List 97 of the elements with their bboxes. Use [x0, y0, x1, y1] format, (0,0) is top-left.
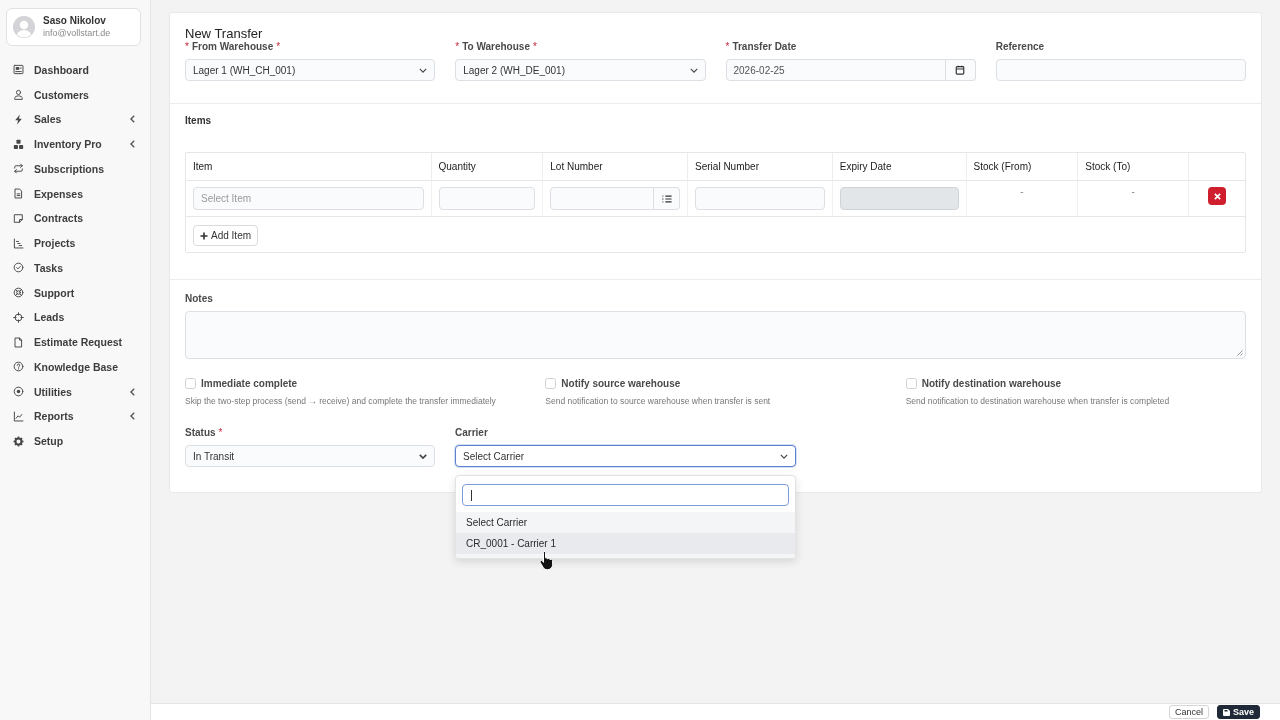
- menu-item[interactable]: Utilities: [6, 379, 141, 404]
- field-label: Status: [185, 427, 216, 439]
- dropdown-option[interactable]: CR_0001 - Carrier 1: [456, 533, 795, 554]
- menu-item[interactable]: Knowledge Base: [6, 354, 141, 380]
- cubes-icon: [13, 138, 24, 150]
- chevron-down-icon: [780, 453, 788, 459]
- user-icon: [13, 89, 24, 101]
- calendar-button[interactable]: [945, 59, 976, 81]
- field-label: Carrier: [455, 427, 488, 439]
- required-mark: *: [725, 41, 730, 53]
- calendar-icon: [955, 65, 966, 75]
- menu-item[interactable]: Projects: [6, 230, 141, 256]
- note-icon: [13, 212, 24, 224]
- plus-icon: [200, 231, 208, 240]
- dropdown-option[interactable]: Select Carrier: [456, 512, 795, 533]
- table-cell: -: [1078, 181, 1190, 217]
- required-mark: *: [218, 427, 223, 439]
- crosshair-icon: [13, 311, 24, 323]
- required-mark: *: [455, 41, 460, 53]
- menu-item[interactable]: Inventory Pro: [6, 131, 141, 157]
- text-cursor-icon: [471, 489, 472, 501]
- select-field[interactable]: Lager 1 (WH_CH_001): [185, 59, 436, 81]
- repeat-icon: [13, 163, 24, 175]
- field-label: Notes: [185, 293, 213, 305]
- menu-item[interactable]: Tasks: [6, 255, 141, 281]
- menu-item[interactable]: Reports: [6, 404, 141, 429]
- help-text: Send notification to source warehouse when transfer is sent: [545, 396, 771, 407]
- line-chart-icon: [13, 410, 24, 422]
- help-circle-icon: [13, 361, 24, 373]
- checkbox-label: Notify source warehouse: [561, 377, 681, 389]
- column-header: Stock (From): [966, 153, 1079, 181]
- user-card[interactable]: Saso Nikolov info@vollstart.de: [6, 8, 141, 46]
- menu-item[interactable]: Sales: [6, 107, 141, 132]
- status-select[interactable]: In Transit: [185, 445, 435, 467]
- file-icon: [13, 336, 24, 348]
- field-label: From Warehouse: [191, 41, 274, 53]
- column-header: Lot Number: [543, 153, 689, 181]
- input-field[interactable]: [550, 187, 655, 210]
- required-mark: *: [532, 41, 537, 53]
- column-header: Serial Number: [688, 153, 833, 181]
- carrier-select[interactable]: Select Carrier: [455, 445, 796, 467]
- column-header: Stock (To): [1078, 153, 1190, 181]
- user-name: Saso Nikolov: [43, 15, 107, 27]
- column-header: Item: [186, 153, 432, 181]
- field-label: Transfer Date: [732, 41, 797, 53]
- steps-chart-icon: [13, 237, 24, 249]
- menu-item[interactable]: Estimate Request: [6, 329, 141, 355]
- checkbox[interactable]: [545, 377, 557, 389]
- section-label: Items: [185, 115, 212, 127]
- lightning-icon: [13, 113, 24, 125]
- search-field[interactable]: [462, 484, 789, 506]
- menu-item[interactable]: Customers: [6, 82, 141, 107]
- resize-handle-icon: [1237, 350, 1243, 356]
- menu-item[interactable]: Leads: [6, 305, 141, 330]
- menu-item[interactable]: Setup: [6, 428, 141, 454]
- date-field[interactable]: 2026-02-25: [725, 59, 946, 81]
- list-button[interactable]: [654, 187, 681, 210]
- form-title: New Transfer: [185, 26, 263, 41]
- select-field[interactable]: Lager 2 (WH_DE_001): [455, 59, 706, 81]
- notes-field[interactable]: [185, 311, 1246, 359]
- text-field[interactable]: [995, 59, 1246, 81]
- column-header: Quantity: [431, 153, 544, 181]
- dot-circle-icon: [13, 386, 24, 398]
- chevron-down-icon: [419, 453, 427, 459]
- chevron-down-icon: [419, 67, 428, 73]
- checkbox[interactable]: [185, 377, 196, 389]
- delete-button[interactable]: [1208, 187, 1227, 205]
- field-label: Reference: [995, 41, 1045, 53]
- save-button[interactable]: Save: [1216, 705, 1260, 719]
- settings-icon: [13, 435, 24, 447]
- checkbox[interactable]: [905, 377, 917, 389]
- menu-item[interactable]: Expenses: [6, 181, 141, 206]
- input-field[interactable]: [438, 187, 536, 210]
- table-cell: -: [966, 181, 1079, 217]
- help-text: Skip the two-step process (send → receive) and complete the transfer immediately: [185, 396, 496, 407]
- input-field[interactable]: [695, 187, 825, 210]
- menu-item[interactable]: Dashboard: [6, 57, 141, 83]
- add-item-button[interactable]: Add Item: [193, 225, 259, 246]
- field-label: To Warehouse: [462, 41, 530, 53]
- user-email: info@vollstart.de: [43, 28, 111, 39]
- checkbox-label: Notify destination warehouse: [921, 377, 1062, 389]
- menu-item[interactable]: Support: [6, 280, 141, 305]
- menu-item[interactable]: Subscriptions: [6, 156, 141, 182]
- picture-icon: [13, 64, 24, 76]
- lifebuoy-icon: [13, 287, 24, 299]
- x-mark-icon: [1213, 192, 1221, 200]
- checkbox-label: Immediate complete: [201, 377, 298, 389]
- avatar-icon: [13, 16, 35, 38]
- cancel-button[interactable]: Cancel: [1168, 705, 1209, 719]
- chevron-down-icon: [689, 67, 698, 73]
- menu-item[interactable]: Contracts: [6, 206, 141, 231]
- required-mark: *: [185, 41, 189, 53]
- check-circle-icon: [13, 262, 24, 274]
- column-header: Expiry Date: [832, 153, 967, 181]
- help-text: Send notification to destination warehouse when transfer is completed: [905, 396, 1170, 407]
- document-icon: [13, 188, 24, 200]
- required-mark: *: [276, 41, 281, 53]
